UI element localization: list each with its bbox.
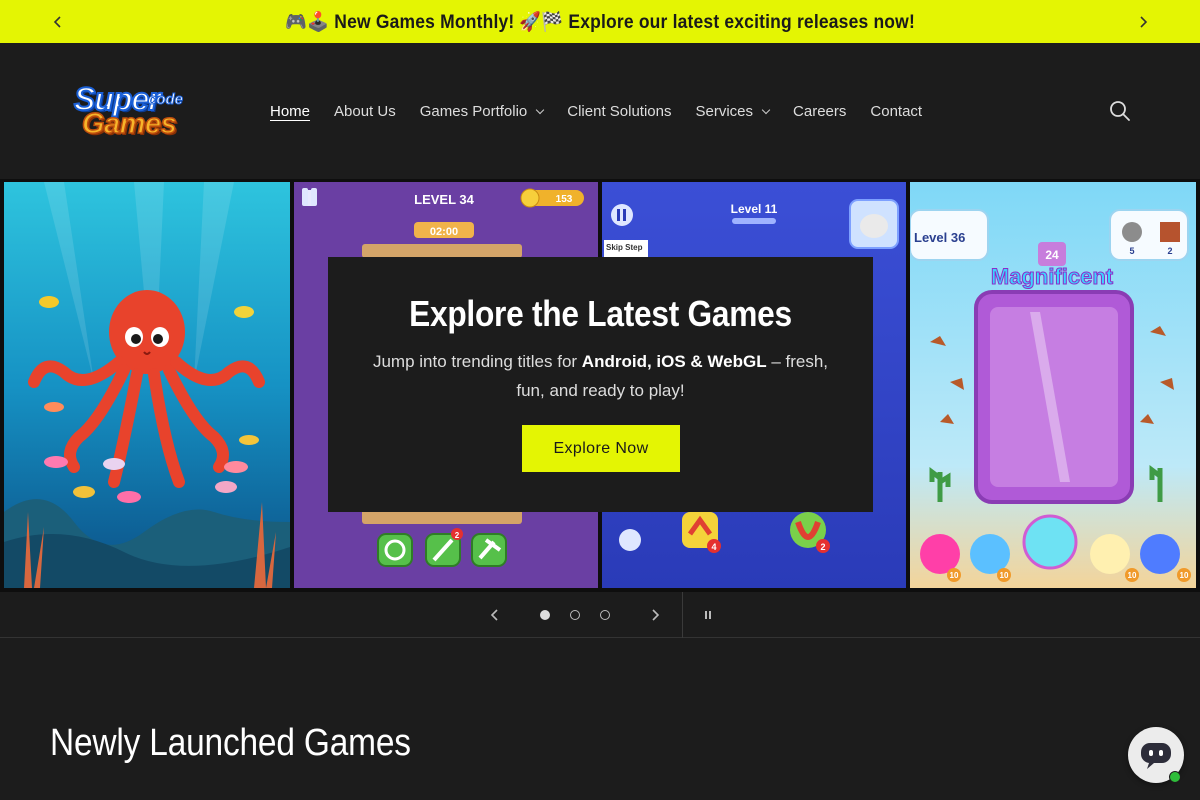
booster-count-3: 10 [1128,571,1137,580]
skip-step-label: Skip Step [606,243,643,252]
counter-b: 2 [1167,246,1172,256]
level-36-game-screenshot: Level 36 5 2 24 Magnificent 10 10 10 10 [910,182,1196,588]
search-icon [1110,101,1130,121]
booster-count-4: 10 [1180,571,1189,580]
nav-item-home[interactable]: Home [258,103,322,120]
booster-badge-a: 4 [711,542,716,552]
chevron-left-icon [490,609,498,621]
slide-dot-2[interactable] [570,610,580,620]
hero-title: Explore the Latest Games [409,293,792,334]
slide-prev-button[interactable] [480,592,510,638]
nav-item-client-solutions[interactable]: Client Solutions [555,103,683,120]
site-logo[interactable]: Super code Games [73,80,206,143]
nav-item-careers[interactable]: Careers [781,103,858,120]
chevron-down-icon [761,105,771,114]
logo-word-games: Games [81,107,177,141]
nav-item-about-us[interactable]: About Us [322,103,408,120]
slide-next-button[interactable] [640,592,670,638]
slide-dot-1[interactable] [540,610,550,620]
chevron-right-icon [1140,15,1148,28]
hero-card: Explore the Latest Games Jump into trend… [328,257,873,512]
booster-badge: 2 [455,531,460,540]
announcement-bar: 🎮🕹️ New Games Monthly! 🚀🏁 Explore our la… [0,0,1200,43]
announcement-prev-button[interactable] [43,0,73,43]
nav-item-services[interactable]: Services [684,103,782,120]
level-34-label: LEVEL 34 [414,192,475,207]
level-36-label: Level 36 [914,230,965,245]
nav-label: Contact [870,102,923,120]
booster-badge-b: 2 [820,542,825,552]
counter-a: 5 [1129,246,1134,256]
booster-count-2: 10 [1000,571,1009,580]
controls-divider [682,592,683,638]
level-34-timer: 02:00 [430,226,458,238]
announcement-next-button[interactable] [1128,0,1158,43]
hero-subtitle: Jump into trending titles for Android, i… [358,347,843,405]
nav-label: Services [695,102,754,120]
coin-count: 153 [556,194,573,205]
hero-subtitle-part1: Jump into trending titles for [372,352,582,371]
nav-label: Client Solutions [567,102,672,120]
chevron-left-icon [53,15,61,28]
hero-slideshow: LEVEL 34 02:00 153 2 Level 11 Skip Step … [0,179,1200,592]
logo-word-code: code [147,91,184,109]
announcement-text[interactable]: 🎮🕹️ New Games Monthly! 🚀🏁 Explore our la… [285,10,915,34]
pause-icon [705,611,711,619]
chat-bot-icon [1141,743,1171,769]
slide-dot-3[interactable] [600,610,610,620]
chevron-down-icon [536,105,545,114]
nav-item-contact[interactable]: Contact [858,103,934,120]
chat-online-indicator [1169,771,1181,783]
nav-label: Home [270,102,311,120]
chevron-right-icon [652,609,660,621]
booster-count-1: 10 [950,571,959,580]
nav-label: About Us [334,102,396,120]
search-button[interactable] [1108,99,1132,123]
nav-item-games-portfolio[interactable]: Games Portfolio [408,103,556,120]
hero-subtitle-platforms: Android, iOS & WebGL [581,352,767,371]
magnificent-banner: Magnificent [991,264,1114,289]
site-header: Super code Games Home About Us Games Portf… [0,43,1200,179]
explore-now-button[interactable]: Explore Now [522,425,680,472]
nav-label: Careers [793,102,847,120]
slideshow-pause-button[interactable] [693,592,723,638]
ball-count: 24 [1045,248,1059,262]
section-title: Newly Launched Games [50,722,411,764]
main-nav: Home About Us Games Portfolio Client Soluti… [258,99,934,123]
slider-controls [0,592,1200,638]
level-11-label: Level 11 [731,202,778,216]
octopus-game-screenshot [4,182,290,588]
nav-label: Games Portfolio [419,102,528,120]
